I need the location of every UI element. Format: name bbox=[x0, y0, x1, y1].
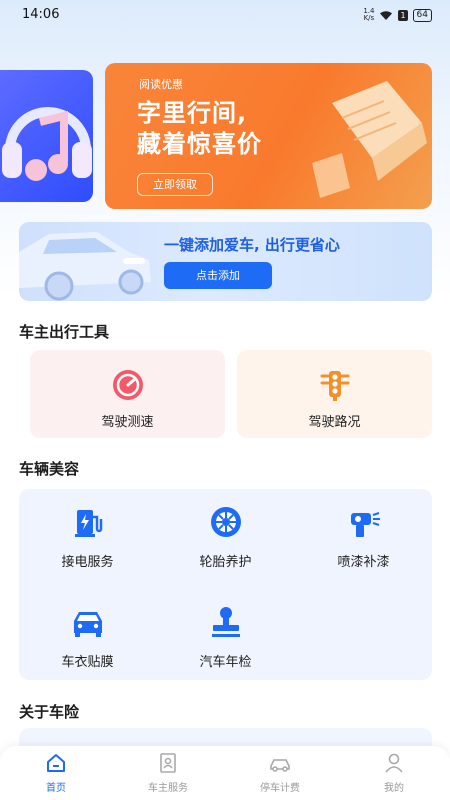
add-car-button[interactable]: 点击添加 bbox=[164, 262, 272, 289]
service-paint[interactable]: 喷漆补漆 bbox=[295, 489, 432, 579]
car-illustration bbox=[19, 232, 151, 301]
service-label: 喷漆补漆 bbox=[337, 555, 390, 570]
user-icon bbox=[385, 753, 403, 773]
service-label: 接电服务 bbox=[61, 555, 114, 570]
promo-banner[interactable]: 阅读优惠 字里行间, 藏着惊喜价 立即领取 bbox=[105, 63, 432, 209]
service-annual-inspection[interactable]: 汽车年检 bbox=[157, 589, 294, 679]
beauty-services-panel: 接电服务 轮胎养护 喷漆补漆 车衣贴膜 汽车年检 bbox=[19, 489, 432, 680]
claim-now-button[interactable]: 立即领取 bbox=[137, 173, 213, 196]
home-icon bbox=[47, 754, 65, 772]
banner-kicker: 阅读优惠 bbox=[139, 78, 183, 91]
spray-gun-icon bbox=[350, 512, 380, 537]
add-car-text: 一键添加爱车, 出行更省心 bbox=[164, 236, 340, 254]
status-bar: 14:06 1.4 K/s 1 64 bbox=[0, 0, 450, 30]
tab-label: 首页 bbox=[46, 783, 66, 794]
car-icon bbox=[73, 612, 102, 637]
speedometer-icon bbox=[112, 370, 143, 400]
service-label: 车衣贴膜 bbox=[61, 655, 114, 670]
banner-slide-previous[interactable] bbox=[0, 70, 93, 202]
service-car-wrap[interactable]: 车衣贴膜 bbox=[19, 589, 156, 679]
traffic-light-icon bbox=[320, 371, 349, 401]
tab-label: 我的 bbox=[384, 783, 404, 794]
banner-title-line1: 字里行间, bbox=[137, 99, 248, 127]
battery-icon: 64 bbox=[412, 8, 432, 22]
tab-owner-services[interactable]: 车主服务 bbox=[112, 746, 224, 800]
sim-badge: 1 bbox=[398, 9, 408, 21]
tab-parking-fees[interactable]: 停车计费 bbox=[224, 746, 336, 800]
tool-road-conditions[interactable]: 驾驶路况 bbox=[237, 350, 432, 438]
stamp-icon bbox=[211, 607, 240, 637]
service-label: 轮胎养护 bbox=[199, 555, 252, 570]
status-icons: 1.4 K/s 1 64 bbox=[363, 8, 432, 22]
tool-speed-test[interactable]: 驾驶测速 bbox=[30, 350, 225, 438]
service-label: 汽车年检 bbox=[199, 655, 252, 670]
service-charging[interactable]: 接电服务 bbox=[19, 489, 156, 579]
network-speed: 1.4 K/s bbox=[363, 8, 374, 22]
add-car-card[interactable]: 一键添加爱车, 出行更省心 点击添加 bbox=[19, 222, 432, 301]
charging-station-icon bbox=[74, 510, 102, 537]
banner-title-line2: 藏着惊喜价 bbox=[137, 130, 262, 158]
wifi-icon bbox=[380, 10, 393, 20]
network-speed-unit: K/s bbox=[363, 14, 375, 22]
id-card-icon bbox=[160, 753, 176, 773]
tool-label: 驾驶路况 bbox=[308, 415, 361, 430]
tab-profile[interactable]: 我的 bbox=[338, 746, 450, 800]
section-title-beauty: 车辆美容 bbox=[19, 460, 80, 478]
tool-label: 驾驶测速 bbox=[101, 415, 154, 430]
open-book-illustration bbox=[312, 81, 427, 198]
banner-title: 字里行间, 藏着惊喜价 bbox=[137, 98, 262, 160]
status-time: 14:06 bbox=[22, 7, 60, 22]
tab-home[interactable]: 首页 bbox=[0, 746, 112, 800]
bottom-tab-bar: 首页 车主服务 停车计费 我的 bbox=[0, 746, 450, 800]
tab-label: 停车计费 bbox=[260, 783, 300, 794]
section-title-insurance: 关于车险 bbox=[19, 703, 80, 721]
car-outline-icon bbox=[270, 759, 290, 772]
section-title-tools: 车主出行工具 bbox=[19, 323, 110, 341]
service-tire[interactable]: 轮胎养护 bbox=[157, 489, 294, 579]
tab-label: 车主服务 bbox=[148, 783, 188, 794]
tire-icon bbox=[210, 507, 241, 537]
music-headphones-icon bbox=[2, 107, 92, 181]
